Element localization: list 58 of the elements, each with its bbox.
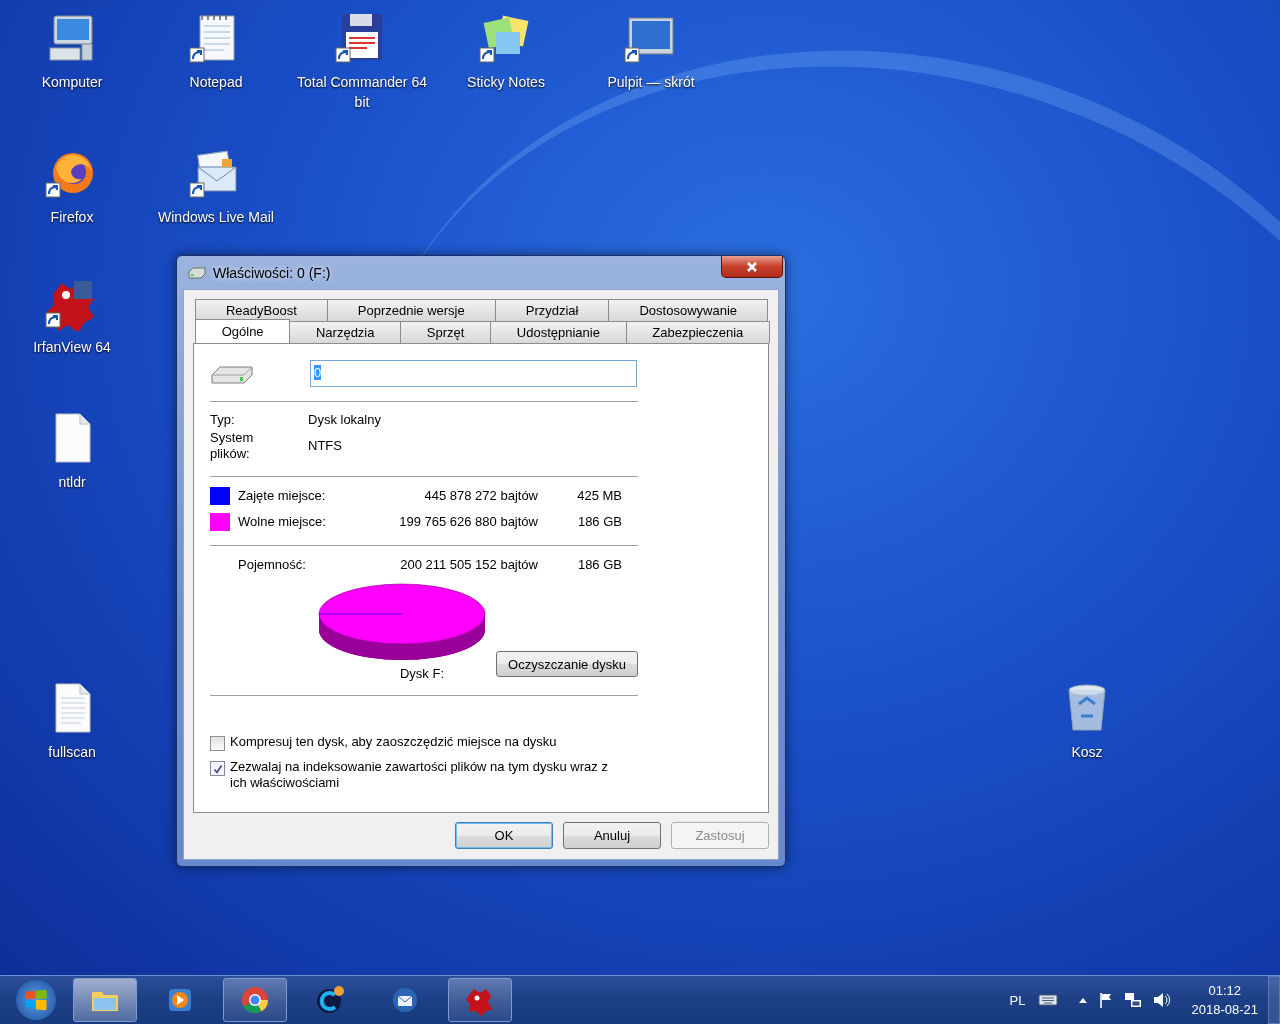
bytes-value: 200 211 505 152 bajtów xyxy=(399,556,538,574)
tab[interactable]: ReadyBoost xyxy=(195,299,328,321)
close-button[interactable] xyxy=(721,256,783,278)
tab[interactable]: Dostosowywanie xyxy=(608,299,768,321)
bytes-value: 199 765 626 880 bajtów xyxy=(398,513,538,531)
windows-logo-icon xyxy=(16,980,56,1020)
space-label: Zajęte miejsce: xyxy=(238,487,327,505)
size-value: 186 GB xyxy=(576,556,622,574)
space-label: Wolne miejsce: xyxy=(238,513,327,531)
tab[interactable]: Sprzęt xyxy=(400,321,492,343)
file-system-value: NTFS xyxy=(308,438,343,454)
capacity-label: Pojemność: xyxy=(238,556,307,574)
tab[interactable]: Poprzednie wersje xyxy=(326,299,496,321)
tab[interactable]: Udostępnianie xyxy=(490,321,627,343)
tab[interactable]: Zabezpieczenia xyxy=(625,321,770,343)
dialog-button[interactable]: Anuluj xyxy=(563,822,661,849)
clock-time[interactable]: 01:12 xyxy=(1208,983,1241,998)
desktop-icon-label[interactable]: Total Commander 64 bit xyxy=(292,72,432,112)
size-value: 186 GB xyxy=(576,513,622,531)
flag-icon[interactable] xyxy=(1097,992,1114,1008)
desktop-icon-label[interactable]: Sticky Notes xyxy=(467,72,545,92)
tab[interactable]: Przydział xyxy=(494,299,610,321)
window-title: Właściwości: 0 (F:) xyxy=(213,264,332,281)
drive-label: Dysk F: xyxy=(399,666,445,681)
desktop-icon-label[interactable]: Kosz xyxy=(1071,742,1103,762)
desktop-icon-label[interactable]: IrfanView 64 xyxy=(33,337,111,357)
clock-date[interactable]: 2018-08-21 xyxy=(1191,1002,1258,1017)
disk-cleanup-button[interactable]: Oczyszczanie dysku xyxy=(496,651,638,677)
checkbox-label[interactable]: Zezwalaj na indeksowanie zawartości plików na tym dysku wraz z ich właściwościami xyxy=(230,759,618,791)
checkbox-label[interactable]: Kompresuj ten dysk, aby zaoszczędzić miejsce na dysku xyxy=(230,734,618,750)
tab[interactable]: Ogólne xyxy=(195,319,291,343)
size-value: 425 MB xyxy=(576,487,622,505)
taskbar-button[interactable] xyxy=(223,978,287,1022)
close-icon xyxy=(746,260,758,273)
checkbox[interactable] xyxy=(210,736,225,751)
desktop-icon-label[interactable]: Komputer xyxy=(41,72,103,92)
chrome-icon xyxy=(239,984,271,1016)
type-label: Typ: xyxy=(210,412,236,428)
bytes-value: 445 878 272 bajtów xyxy=(423,487,538,505)
checkbox[interactable] xyxy=(210,761,225,776)
dialog-button[interactable]: OK xyxy=(455,822,553,849)
drive-icon xyxy=(187,265,207,280)
desktop-icon-label[interactable]: Notepad xyxy=(189,72,243,92)
cleaner-icon xyxy=(314,984,346,1016)
type-value: Dysk lokalny xyxy=(308,412,382,428)
desktop-icon-label[interactable]: Firefox xyxy=(50,207,94,227)
check-icon xyxy=(212,763,223,774)
file-system-label: System plików: xyxy=(210,430,255,462)
network-icon[interactable] xyxy=(1123,991,1142,1009)
desktop-icon-label[interactable]: ntldr xyxy=(58,472,86,492)
expand-arrow-icon[interactable] xyxy=(1077,997,1088,1003)
desktop-icon-label[interactable]: fullscan xyxy=(48,742,96,762)
desktop-icon-label[interactable]: Windows Live Mail xyxy=(158,207,274,227)
tab[interactable]: Narzędzia xyxy=(289,321,402,343)
keyboard-icon[interactable] xyxy=(1037,993,1058,1007)
desktop-icon-label[interactable]: Pulpit — skrót xyxy=(607,72,695,92)
speaker-icon[interactable] xyxy=(1151,992,1170,1008)
language-indicator[interactable]: PL xyxy=(1009,992,1026,1008)
